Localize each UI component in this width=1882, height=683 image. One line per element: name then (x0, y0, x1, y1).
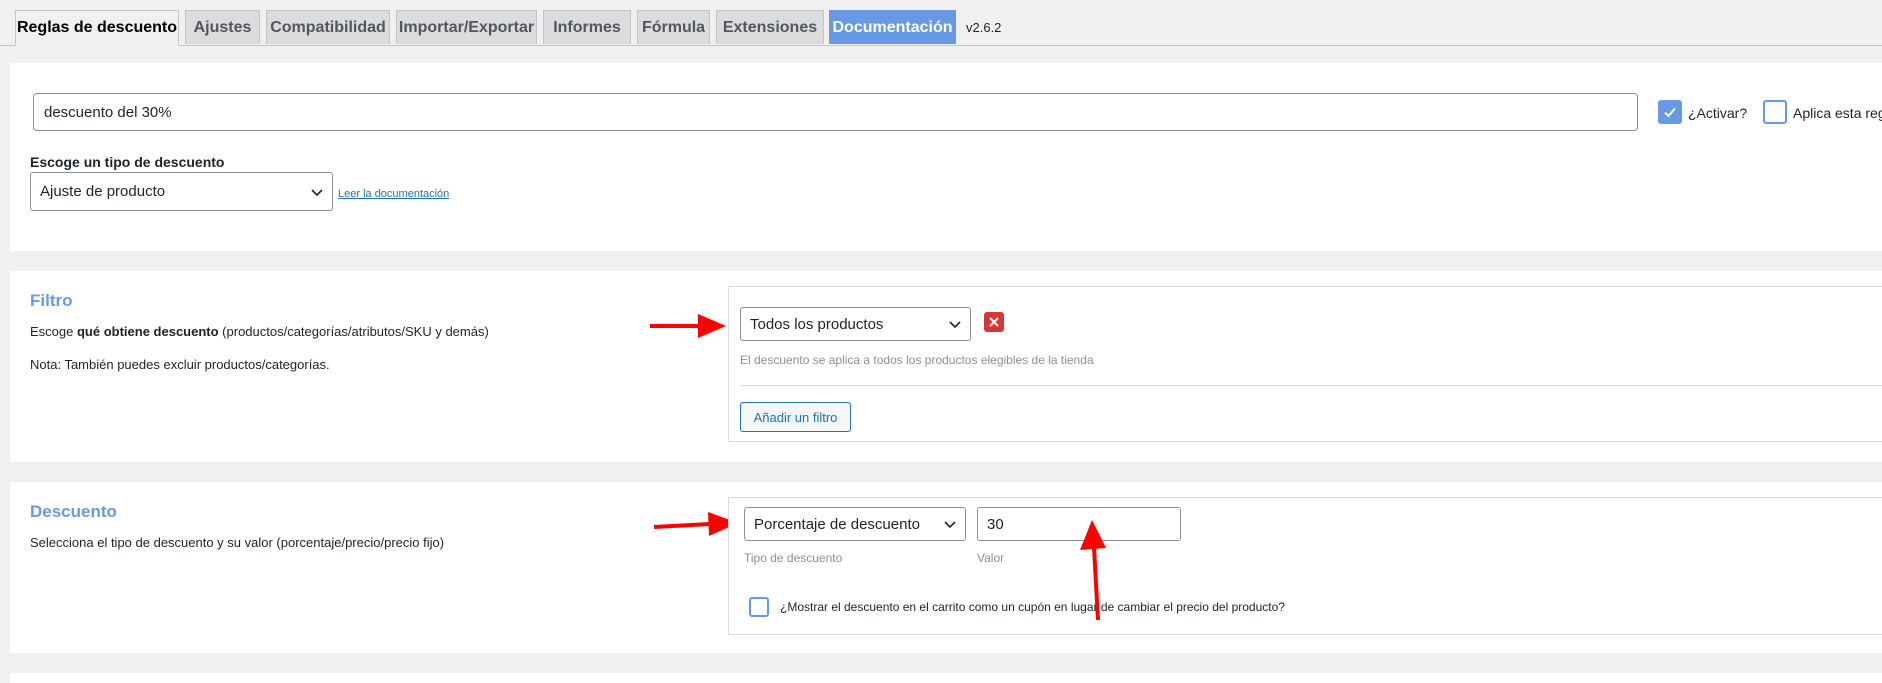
filter-hint: El descuento se aplica a todos los produ… (740, 353, 1094, 367)
filter-description: Escoge qué obtiene descuento (productos/… (30, 324, 489, 339)
tab-extensions[interactable]: Extensiones (716, 10, 824, 44)
chevron-down-icon (949, 321, 961, 329)
add-filter-button[interactable]: Añadir un filtro (740, 402, 851, 432)
version-label: v2.6.2 (966, 20, 1002, 35)
discount-description: Selecciona el tipo de descuento y su val… (30, 535, 445, 550)
chevron-down-icon (944, 521, 956, 529)
check-icon (1664, 107, 1676, 118)
rule-title-input[interactable] (33, 93, 1638, 131)
rule-general-panel: ¿Activar? Aplica esta reg Escoge un tipo… (10, 63, 1882, 251)
discount-type-select[interactable]: Ajuste de producto (30, 172, 333, 211)
close-icon (989, 317, 999, 327)
discount-type-value: Ajuste de producto (40, 183, 166, 200)
discount-type-select[interactable]: Porcentaje de descuento (744, 507, 966, 541)
read-documentation-link[interactable]: Leer la documentación (338, 188, 449, 200)
filter-title: Filtro (30, 291, 73, 310)
discount-type-hint: Tipo de descuento (744, 551, 843, 565)
filter-box: Todos los productos El descuento se apli… (728, 286, 1882, 442)
activate-label: ¿Activar? (1688, 105, 1748, 121)
tab-compatibility[interactable]: Compatibilidad (266, 10, 390, 44)
show-as-coupon-label: ¿Mostrar el descuento en el carrito como… (780, 600, 1285, 614)
apply-label: Aplica esta reg (1793, 105, 1882, 121)
tab-settings[interactable]: Ajustes (185, 10, 260, 44)
activate-checkbox[interactable] (1658, 100, 1682, 124)
tab-reports[interactable]: Informes (543, 10, 631, 44)
discount-box: Porcentaje de descuento Tipo de descuent… (728, 497, 1882, 635)
tab-discount-rules[interactable]: Reglas de descuento (15, 10, 179, 46)
next-panel (10, 673, 1882, 683)
annotation-arrow (1080, 520, 1106, 621)
discount-type-label: Escoge un tipo de descuento (30, 154, 225, 170)
discount-title: Descuento (30, 502, 117, 521)
filter-note: Nota: También puedes excluir productos/c… (30, 357, 330, 372)
tab-formula[interactable]: Fórmula (637, 10, 710, 44)
filter-type-value: Todos los productos (750, 315, 884, 333)
tab-import-export[interactable]: Importar/Exportar (396, 10, 537, 44)
discount-type-value: Porcentaje de descuento (754, 515, 920, 533)
annotation-arrow (653, 512, 738, 536)
annotation-arrow (650, 314, 726, 338)
remove-filter-button[interactable] (984, 312, 1004, 332)
apply-checkbox[interactable] (1763, 100, 1787, 124)
tab-bar: Reglas de descuento Ajustes Compatibilid… (0, 0, 1882, 46)
tab-documentation[interactable]: Documentación (829, 10, 956, 44)
filter-type-select[interactable]: Todos los productos (740, 307, 971, 341)
discount-panel: Descuento Selecciona el tipo de descuent… (10, 482, 1882, 653)
filter-panel: Filtro Escoge qué obtiene descuento (pro… (10, 271, 1882, 462)
filter-divider (740, 385, 1882, 386)
show-as-coupon-checkbox[interactable] (749, 597, 769, 617)
chevron-down-icon (311, 188, 323, 196)
discount-value-hint: Valor (977, 551, 1005, 565)
